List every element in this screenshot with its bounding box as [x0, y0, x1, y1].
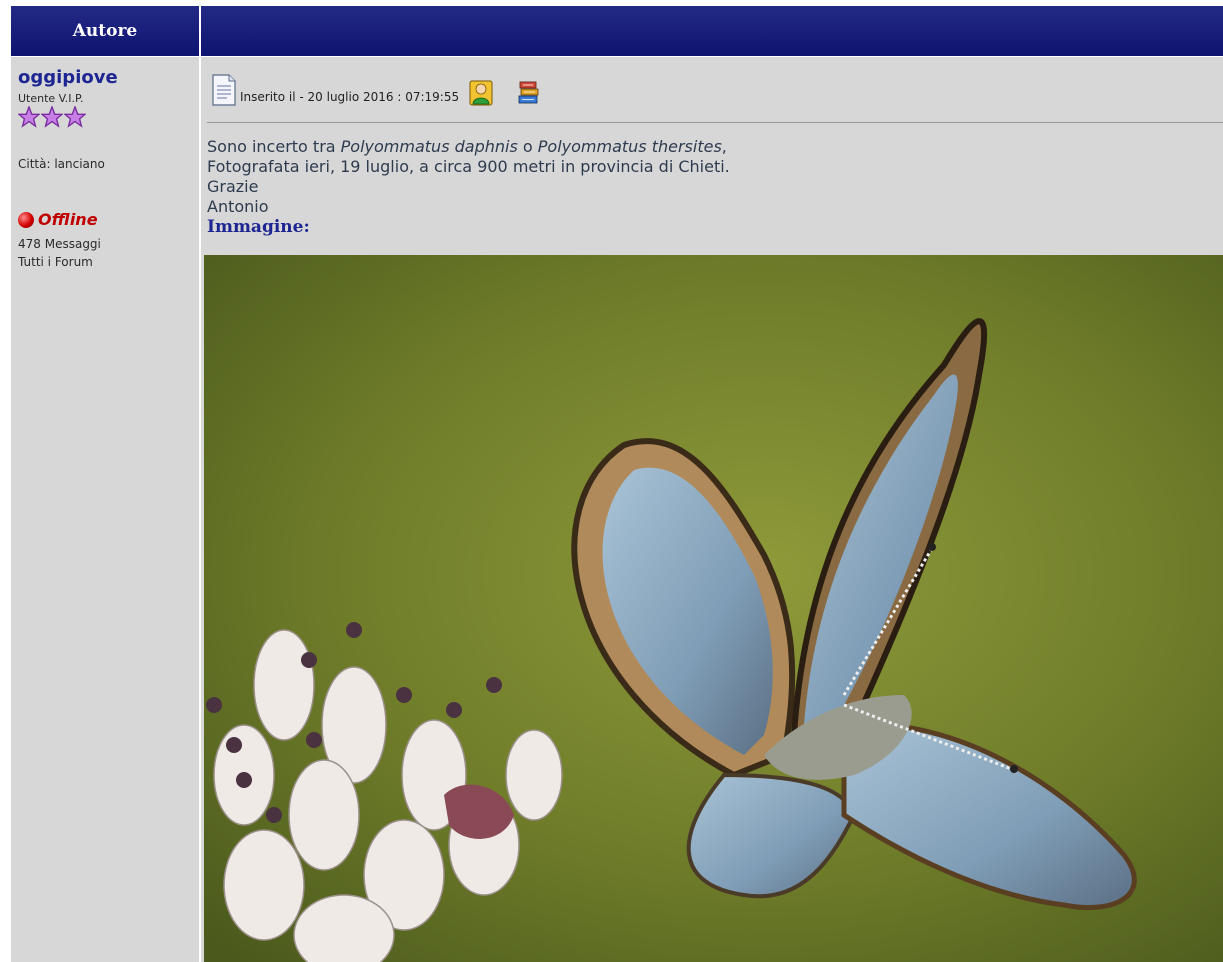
- status-dot-icon: [18, 211, 34, 228]
- post-line-4: Antonio: [207, 197, 269, 216]
- star-icon: [64, 106, 86, 128]
- document-icon: [212, 74, 236, 106]
- star-icon: [18, 106, 40, 128]
- column-divider: [199, 6, 201, 962]
- post-body: Sono incerto tra Polyommatus daphnis o P…: [207, 137, 1217, 237]
- author-panel: [11, 57, 199, 962]
- author-city: Città: lanciano: [18, 157, 105, 171]
- books-icon[interactable]: [517, 80, 541, 106]
- author-column-header: Autore: [11, 6, 199, 56]
- species-2: Polyommatus thersites: [537, 137, 722, 156]
- text-prefix: Sono incerto tra: [207, 137, 341, 156]
- author-name-link[interactable]: oggipiove: [18, 67, 118, 88]
- all-forums-link[interactable]: Tutti i Forum: [18, 255, 93, 269]
- author-rank: Utente V.I.P.: [18, 92, 84, 105]
- post-line-1: Sono incerto tra Polyommatus daphnis o P…: [207, 137, 1217, 157]
- rank-stars: [18, 106, 86, 128]
- post-line-3: Grazie: [207, 177, 259, 196]
- star-icon: [41, 106, 63, 128]
- message-column-header: [201, 6, 1223, 56]
- post-separator: [207, 122, 1223, 123]
- text-mid: o: [517, 137, 538, 156]
- message-count: 478 Messaggi: [18, 237, 101, 251]
- status-label: Offline: [38, 210, 98, 229]
- species-1: Polyommatus daphnis: [340, 137, 518, 156]
- post-meta-row: Inserito il - 20 luglio 2016 : 07:19:55: [212, 62, 541, 112]
- post-line-2: Fotografata ieri, 19 luglio, a circa 900…: [207, 157, 730, 176]
- text-suffix: ,: [721, 137, 727, 156]
- profile-icon[interactable]: [469, 80, 493, 106]
- author-status: Offline: [18, 210, 98, 229]
- image-label: Immagine:: [207, 217, 310, 237]
- posted-date: Inserito il - 20 luglio 2016 : 07:19:55: [240, 90, 460, 104]
- butterfly-photo[interactable]: [204, 255, 1223, 962]
